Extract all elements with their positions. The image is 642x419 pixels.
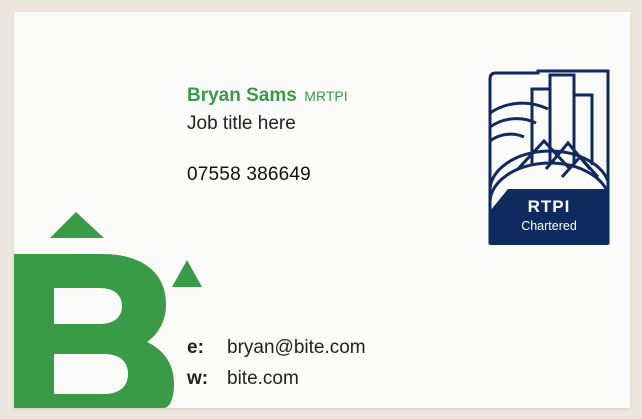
website[interactable]: bite.com: [227, 368, 299, 389]
phone-number: 07558 386649: [187, 164, 311, 185]
job-title: Job title here: [187, 113, 296, 134]
credential: MRTPI: [304, 88, 348, 104]
business-card: Bryan Sams MRTPI Job title here 07558 38…: [14, 12, 630, 408]
name-line: Bryan Sams MRTPI: [187, 85, 348, 107]
rtpi-acronym: RTPI: [527, 197, 571, 216]
email-label: e:: [187, 337, 204, 358]
bite-logo-icon: [14, 212, 202, 408]
email-row: e: bryan@bite.com: [187, 337, 366, 359]
web-row: w: bite.com: [187, 368, 299, 390]
person-name: Bryan Sams: [187, 85, 297, 106]
web-label: w:: [187, 368, 209, 389]
email-address[interactable]: bryan@bite.com: [227, 337, 366, 358]
rtpi-status: Chartered: [521, 219, 577, 233]
